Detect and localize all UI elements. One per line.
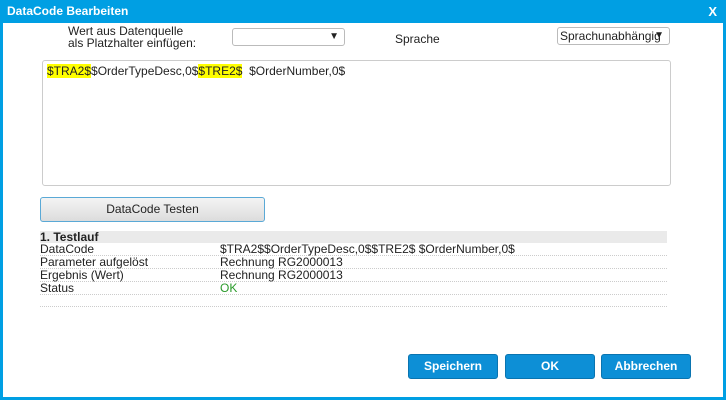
row-key: Status xyxy=(40,281,75,295)
datacode-editor[interactable]: $TRA2$$OrderTypeDesc,0$$TRE2$ $OrderNumb… xyxy=(42,60,671,186)
dialog: DataCode Bearbeiten X Wert aus Datenquel… xyxy=(0,0,726,400)
table-row: Ergebnis (Wert) Rechnung RG2000013 xyxy=(40,269,667,282)
editor-token: $OrderTypeDesc,0$ xyxy=(91,64,199,78)
language-select[interactable]: Sprachunabhängig ▼ xyxy=(557,27,670,45)
placeholder-label: Wert aus Datenquelle als Platzhalter ein… xyxy=(68,24,197,50)
editor-token: $TRE2$ xyxy=(198,64,243,78)
test-datacode-button[interactable]: DataCode Testen xyxy=(40,197,265,222)
cancel-button[interactable]: Abbrechen xyxy=(601,354,691,379)
ok-button[interactable]: OK xyxy=(505,354,595,379)
save-button[interactable]: Speichern xyxy=(408,354,498,379)
chevron-down-icon: ▼ xyxy=(654,30,664,41)
editor-token: $OrderNumber,0$ xyxy=(242,64,346,78)
table-spacer xyxy=(40,295,667,307)
dialog-title: DataCode Bearbeiten xyxy=(7,4,129,18)
dialog-titlebar: DataCode Bearbeiten xyxy=(3,0,726,23)
table-row: Status OK xyxy=(40,282,667,295)
results-table: 1. Testlauf DataCode $TRA2$$OrderTypeDesc… xyxy=(40,231,667,307)
language-label: Sprache xyxy=(395,32,440,46)
table-row: Parameter aufgelöst Rechnung RG2000013 xyxy=(40,256,667,269)
chevron-down-icon: ▼ xyxy=(329,31,339,42)
placeholder-select[interactable]: ▼ xyxy=(232,28,345,46)
close-icon[interactable]: X xyxy=(708,0,717,24)
row-value: Rechnung RG2000013 xyxy=(220,268,343,282)
language-select-value: Sprachunabhängig xyxy=(560,29,661,43)
editor-token: $TRA2$ xyxy=(47,64,92,78)
status-value: OK xyxy=(220,281,238,295)
